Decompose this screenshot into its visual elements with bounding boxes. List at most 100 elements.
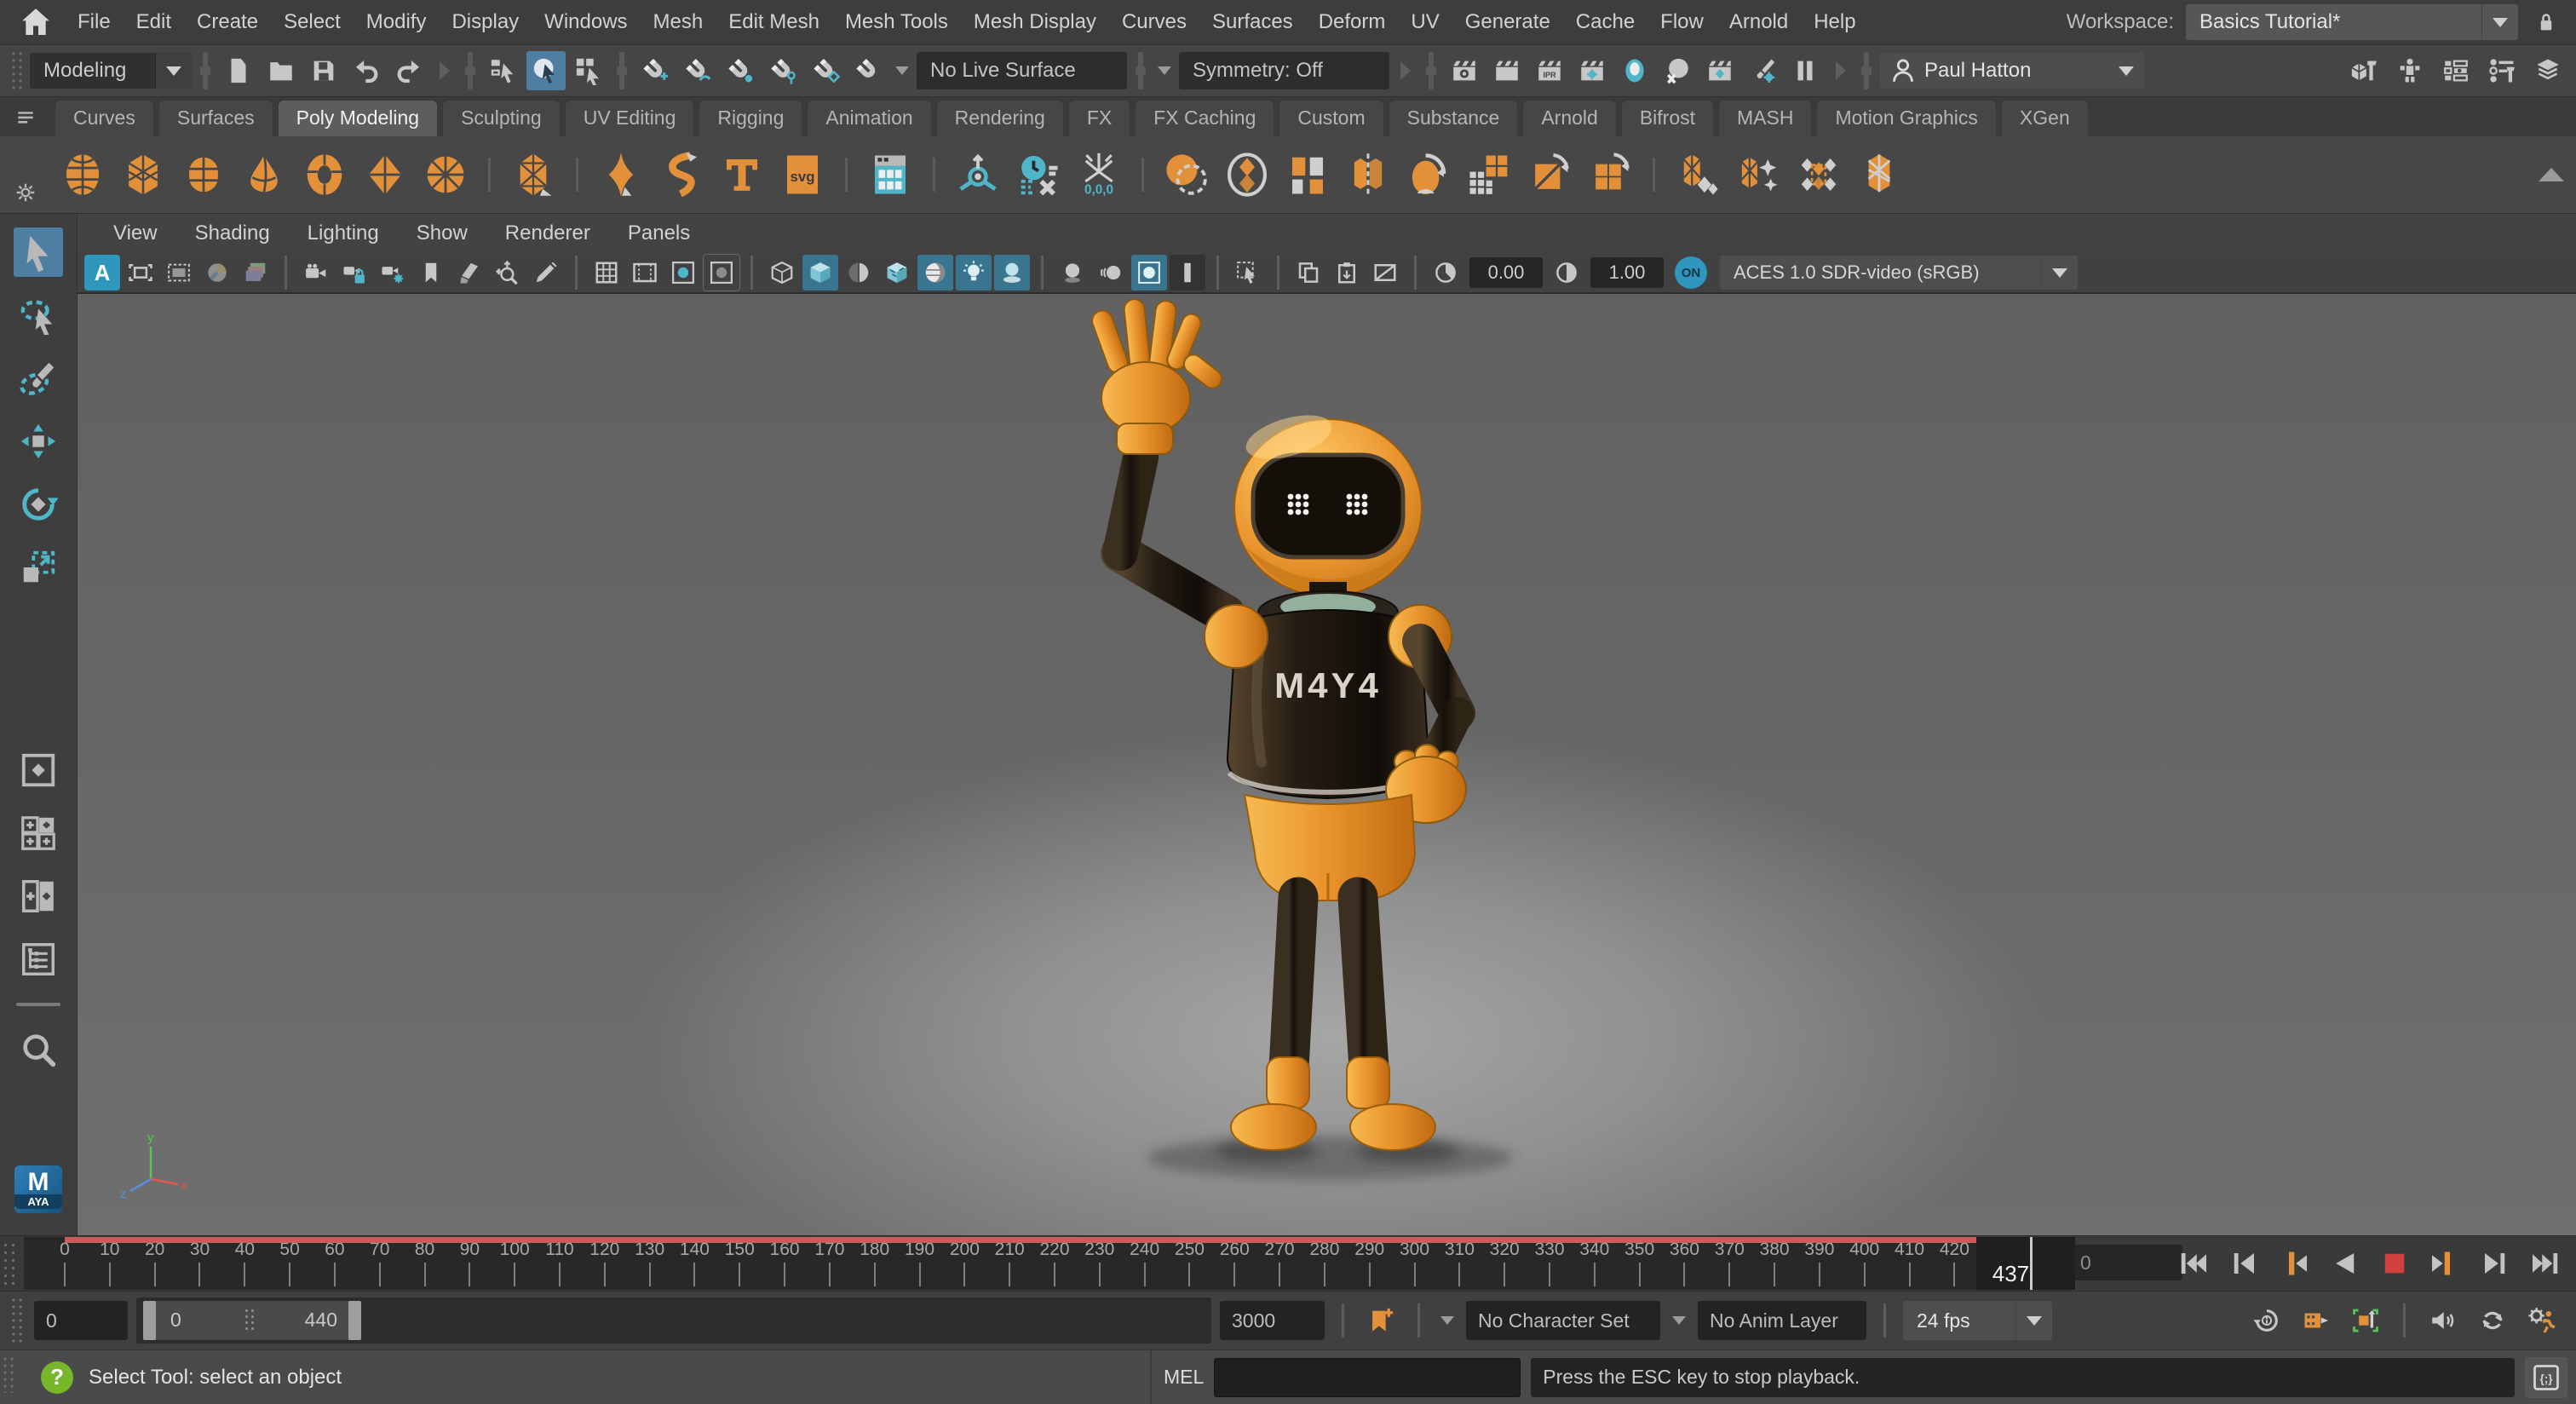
select-tool[interactable] [14,227,63,277]
bevel[interactable] [1671,148,1724,201]
origin-coords[interactable]: 0,0,0 [1072,148,1125,201]
go-to-end-button[interactable] [2527,1245,2564,1282]
next-keyframe-button[interactable] [2476,1245,2514,1282]
timeline-grip[interactable] [2,1241,17,1286]
colorspace-selector[interactable]: ACES 1.0 SDR-video (sRGB) [1720,256,2078,290]
occlusion-toggle[interactable] [994,255,1030,291]
tool-settings-toggle[interactable] [2482,51,2521,90]
animation-preferences[interactable] [2521,1300,2562,1341]
anim-layer-field[interactable]: No Anim Layer [1698,1301,1866,1340]
menu-generate[interactable]: Generate [1452,10,1563,34]
poly-cube[interactable] [117,148,170,201]
shelf-menu-icon[interactable] [11,104,40,133]
animation-start-field[interactable]: 0 [34,1301,128,1340]
cached-playback-toggle[interactable] [2345,1300,2386,1341]
menu-create[interactable]: Create [184,10,271,34]
shelf-gear-icon[interactable] [11,178,40,207]
move-tool[interactable] [14,417,63,466]
wireframe-on-shaded[interactable] [841,255,877,291]
range-end-handle[interactable] [348,1301,361,1340]
new-scene-button[interactable] [219,51,258,90]
menu-file[interactable]: File [65,10,124,34]
snap-to-grid[interactable] [635,51,675,90]
multisample-aa[interactable] [1093,255,1129,291]
grid-toggle[interactable] [589,255,624,291]
textured-mode[interactable] [879,255,915,291]
undo-button[interactable] [347,51,386,90]
layout-outliner-pane[interactable] [14,935,63,984]
menu-display[interactable]: Display [439,10,532,34]
shelf-tab-rigging[interactable]: Rigging [699,100,802,136]
snapshot-view[interactable] [1367,255,1403,291]
workspace-selector[interactable]: Basics Tutorial* [2186,4,2518,40]
snap-to-curve[interactable] [678,51,717,90]
shelf-tab-rendering[interactable]: Rendering [936,100,1064,136]
shelf-tab-surfaces[interactable]: Surfaces [158,100,273,136]
time-warp[interactable] [1012,148,1065,201]
scale-tool[interactable] [14,543,63,592]
panel-menu-view[interactable]: View [113,222,176,245]
character-set-menu-arrow[interactable] [1440,1316,1454,1325]
menu-surfaces[interactable]: Surfaces [1199,10,1306,34]
select-hierarchy-mode[interactable] [484,51,523,90]
lock-workspace-icon[interactable] [2530,6,2562,38]
grease-pencil[interactable] [528,255,564,291]
channel-box-toggle[interactable] [2528,51,2567,90]
shelf-tab-xgen[interactable]: XGen [2001,100,2089,136]
menu-mesh-tools[interactable]: Mesh Tools [832,10,961,34]
range-grip[interactable] [10,1297,24,1344]
menu-modify[interactable]: Modify [354,10,440,34]
render-current-frame[interactable] [1487,51,1527,90]
playback-speed[interactable] [2246,1300,2287,1341]
remesh[interactable] [1463,148,1515,201]
shelf-tab-mash[interactable]: MASH [1718,100,1812,136]
smooth-shade-mode[interactable] [802,255,838,291]
shelf-tab-bifrost[interactable]: Bifrost [1621,100,1714,136]
isolate-select[interactable] [1230,255,1266,291]
exposure-control[interactable] [1428,255,1463,291]
menu-mesh[interactable]: Mesh [641,10,716,34]
poly-torus[interactable] [298,148,351,201]
timeline-ruler[interactable]: 0102030405060708090100110120130140150160… [24,1237,2050,1290]
gamma-control[interactable] [1549,255,1584,291]
menu-uv[interactable]: UV [1398,10,1452,34]
statusline-grip[interactable] [10,50,24,91]
shelf-tab-sculpting[interactable]: Sculpting [442,100,561,136]
layout-four-pane[interactable] [14,808,63,858]
display-resolution[interactable] [665,255,701,291]
character-controls-toggle[interactable] [2390,51,2429,90]
shelf-tab-motion-graphics[interactable]: Motion Graphics [1816,100,1996,136]
layout-single-pane[interactable] [14,745,63,795]
menu-windows[interactable]: Windows [532,10,640,34]
make-live[interactable] [848,51,888,90]
color-management-toggle[interactable]: ON [1675,256,1707,289]
shelf-tab-fx[interactable]: FX [1068,100,1130,136]
exposure-field[interactable]: 0.00 [1469,257,1543,288]
panel-menu-show[interactable]: Show [417,222,486,245]
live-surface-field[interactable]: No Live Surface [917,52,1127,89]
viewport-ab-compare[interactable]: A [84,255,120,291]
poly-disc[interactable] [419,148,472,201]
shelf-tab-curves[interactable]: Curves [55,100,154,136]
select-camera[interactable] [298,255,334,291]
play-backward-button[interactable] [2326,1245,2363,1282]
multi-cut[interactable] [1853,148,1906,201]
3d-viewport[interactable]: M4Y4 [78,293,2576,1235]
triangulate[interactable] [1523,148,1576,201]
shelf-tab-arnold[interactable]: Arnold [1522,100,1616,136]
svg-tool[interactable]: svg [776,148,829,201]
search-icon[interactable] [14,1025,63,1074]
robot-model[interactable]: M4Y4 [1057,299,1602,1202]
combine[interactable] [1221,148,1274,201]
image-plane[interactable] [238,255,273,291]
help-icon[interactable]: ? [41,1361,73,1394]
ipr-render[interactable]: IPR [1530,51,1569,90]
shelf-collapse-icon[interactable] [2539,168,2564,181]
panel-menu-lighting[interactable]: Lighting [308,222,398,245]
group-collapser[interactable] [440,61,450,80]
go-to-start-button[interactable] [2175,1245,2212,1282]
script-editor-button[interactable]: {;} [2525,1357,2567,1398]
pan-zoom-tool[interactable] [490,255,526,291]
poly-cone[interactable] [238,148,290,201]
shelf-tab-fx-caching[interactable]: FX Caching [1135,100,1274,136]
